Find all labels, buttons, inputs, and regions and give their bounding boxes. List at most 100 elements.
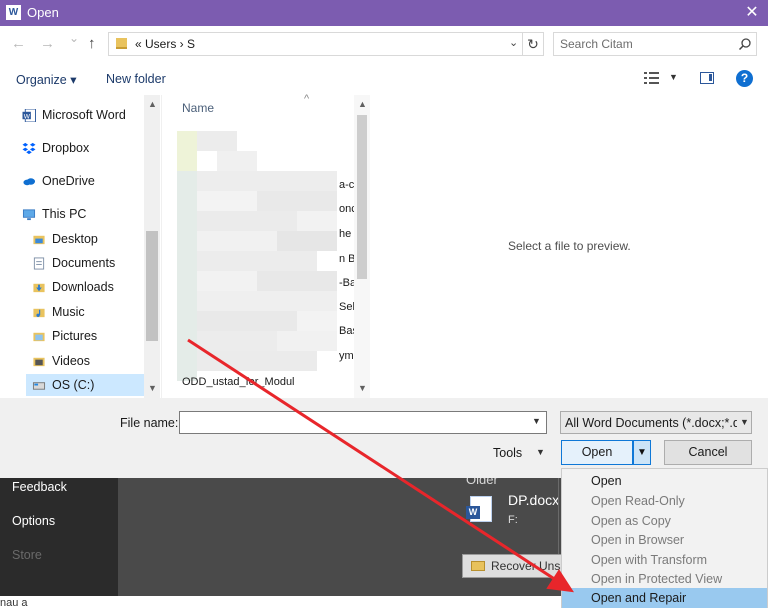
view-options-icon[interactable] [644, 71, 660, 85]
recent-locations-icon[interactable]: ⌄ [69, 31, 79, 45]
open-options-menu: Open Open Read-Only Open as Copy Open in… [561, 468, 768, 608]
tree-item-music[interactable]: Music [32, 301, 144, 323]
open-dropdown-button[interactable]: ▼ [633, 440, 651, 465]
word-doc-icon: W [466, 496, 492, 522]
folder-icon [471, 561, 485, 571]
backstage-options[interactable]: Options [12, 514, 55, 528]
backstage-sidebar: Feedback Options Store [0, 478, 118, 608]
dialog-title: Open [27, 5, 59, 20]
nav-pane-scrollbar[interactable]: ▲ ▼ [144, 95, 160, 398]
menu-item-open-read-only[interactable]: Open Read-Only [562, 491, 767, 511]
file-name-label: File name: [120, 416, 179, 430]
back-arrow-icon[interactable]: ← [11, 35, 26, 52]
videos-icon [33, 357, 45, 367]
chevron-down-icon[interactable]: ⌄ [509, 36, 518, 49]
partially-visible-file[interactable]: ODD_ustad_for_Modul [182, 376, 332, 388]
downloads-icon [33, 283, 45, 293]
svg-text:W: W [24, 112, 31, 120]
preview-pane-icon[interactable] [700, 72, 714, 84]
scroll-down-arrow-icon[interactable]: ▼ [148, 383, 157, 393]
navigation-pane: W Microsoft Word Dropbox OneDrive This P… [0, 95, 160, 398]
menu-item-open-in-browser[interactable]: Open in Browser [562, 530, 767, 550]
tree-item-label: Music [52, 305, 85, 319]
search-input[interactable] [554, 33, 734, 55]
tools-button[interactable]: Tools [493, 446, 522, 460]
title-bar: W Open ✕ [0, 0, 768, 26]
menu-item-open[interactable]: Open [562, 471, 767, 491]
file-name-input[interactable] [180, 412, 528, 433]
file-name-combobox[interactable]: ▼ [179, 411, 547, 434]
pictures-icon [33, 332, 45, 342]
chevron-down-icon[interactable]: ▼ [737, 417, 749, 427]
tree-item-dropbox[interactable]: Dropbox [22, 137, 144, 159]
up-arrow-icon[interactable]: ↑ [88, 35, 96, 52]
tree-item-label: This PC [42, 207, 87, 221]
menu-item-open-in-protected-view[interactable]: Open in Protected View [562, 569, 767, 589]
scroll-down-arrow-icon[interactable]: ▼ [358, 383, 367, 393]
open-button[interactable]: Open [561, 440, 633, 465]
dialog-bottom-panel: File name: ▼ All Word Documents (*.docx;… [0, 398, 768, 478]
close-button[interactable]: ✕ [738, 2, 766, 24]
open-dialog: W Open ✕ ← → ⌄ ↑ « Users › S ⌄ ↻ Organiz… [0, 0, 768, 478]
recover-label: Recover Unsaved [491, 559, 565, 573]
recover-unsaved-button[interactable]: Recover Unsaved [462, 554, 566, 578]
view-dropdown-icon[interactable]: ▼ [669, 72, 678, 82]
file-name-fragment: ym [339, 350, 354, 362]
tree-item-os-c[interactable]: OS (C:) [26, 374, 144, 396]
menu-item-open-as-copy[interactable]: Open as Copy [562, 511, 767, 531]
address-bar[interactable]: « Users › S ⌄ [108, 32, 544, 56]
organize-button[interactable]: Organize ▾ [16, 72, 76, 87]
menu-item-open-and-repair[interactable]: Open and Repair [562, 588, 767, 608]
search-icon[interactable] [738, 37, 752, 51]
file-name-fragment: a-c [339, 179, 355, 191]
tree-item-onedrive[interactable]: OneDrive [22, 170, 144, 192]
file-type-label: All Word Documents (*.docx;*.d [565, 416, 740, 430]
refresh-button[interactable]: ↻ [522, 32, 544, 56]
tree-item-label: OneDrive [42, 174, 95, 188]
backstage-store: Store [12, 548, 42, 562]
help-icon[interactable]: ? [736, 70, 753, 87]
tree-item-label: Desktop [52, 232, 98, 246]
drive-icon [32, 382, 46, 390]
breadcrumb[interactable]: « Users › S [135, 37, 195, 51]
word-icon: W [6, 5, 21, 20]
search-box[interactable] [553, 32, 757, 56]
forward-arrow-icon[interactable]: → [40, 35, 55, 52]
tree-item-videos[interactable]: Videos [32, 350, 144, 372]
folder-icon [33, 235, 45, 245]
tree-item-microsoft-word[interactable]: W Microsoft Word [22, 104, 144, 126]
preview-placeholder: Select a file to preview. [508, 239, 631, 253]
command-bar: Organize ▾ New folder ▼ ? [0, 64, 768, 94]
scroll-up-arrow-icon[interactable]: ▲ [358, 99, 367, 109]
preview-pane: Select a file to preview. [372, 95, 768, 398]
file-name-fragment: Sel [339, 301, 355, 313]
scrollbar-thumb[interactable] [357, 115, 367, 279]
new-folder-button[interactable]: New folder [106, 72, 166, 86]
documents-icon [33, 257, 45, 270]
menu-item-open-with-transform[interactable]: Open with Transform [562, 550, 767, 570]
scrollbar-thumb[interactable] [146, 231, 158, 341]
tree-item-desktop[interactable]: Desktop [32, 228, 144, 250]
tree-item-label: Downloads [52, 280, 114, 294]
tree-item-this-pc[interactable]: This PC [22, 203, 144, 225]
computer-icon [22, 209, 36, 221]
word-icon: W [22, 109, 36, 122]
backstage-feedback[interactable]: Feedback [12, 480, 67, 494]
tree-item-label: Videos [52, 354, 90, 368]
tree-item-label: Documents [52, 256, 116, 270]
tree-item-label: OS (C:) [52, 378, 95, 392]
column-header-name[interactable]: Name [182, 101, 214, 115]
file-list: Name ^ a-c onc he n B -Ba Sel Bas ym ODD… [161, 93, 371, 398]
tree-item-label: Pictures [52, 329, 98, 343]
cancel-button[interactable]: Cancel [664, 440, 752, 465]
file-list-scrollbar[interactable]: ▲ ▼ [354, 95, 370, 398]
chevron-down-icon[interactable]: ▼ [536, 447, 545, 457]
recent-doc-name[interactable]: DP.docx [508, 492, 559, 508]
tree-item-documents[interactable]: Documents [32, 252, 144, 274]
scroll-up-arrow-icon[interactable]: ▲ [148, 99, 157, 109]
chevron-down-icon[interactable]: ▼ [532, 416, 541, 426]
tree-item-pictures[interactable]: Pictures [32, 325, 144, 347]
file-name-fragment: he [339, 228, 352, 240]
file-type-select[interactable]: All Word Documents (*.docx;*.d ▼ [560, 411, 752, 434]
tree-item-downloads[interactable]: Downloads [32, 276, 144, 298]
